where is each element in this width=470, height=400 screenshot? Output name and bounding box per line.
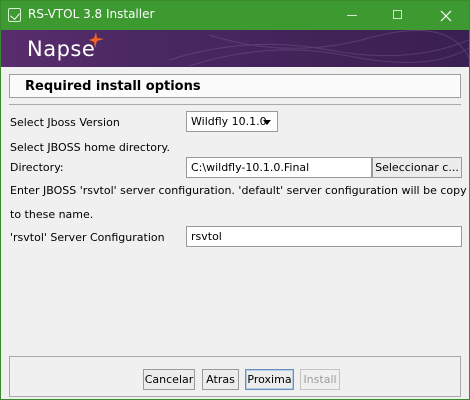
header-divider <box>9 104 461 105</box>
server-config-value: rsvtol <box>191 230 222 243</box>
section-header: Required install options <box>9 74 461 98</box>
browse-directory-button[interactable]: Seleccionar c... <box>372 157 462 178</box>
close-button[interactable] <box>423 1 469 30</box>
banner-decoration <box>169 30 469 67</box>
config-note-line1: Enter JBOSS 'rsvtol' server configuratio… <box>10 184 467 197</box>
maximize-button[interactable] <box>375 1 421 30</box>
jboss-version-select[interactable]: Wildfly 10.1.0 <box>186 111 278 132</box>
directory-label: Directory: <box>10 161 64 174</box>
installer-window: RS-VTOL 3.8 Installer Napse Required ins… <box>0 0 470 400</box>
app-icon <box>8 8 21 22</box>
window-title: RS-VTOL 3.8 Installer <box>28 7 155 21</box>
cancel-button[interactable]: Cancelar <box>143 369 195 390</box>
server-config-input[interactable]: rsvtol <box>186 226 462 247</box>
server-config-label: 'rsvtol' Server Configuration <box>10 231 165 244</box>
jboss-version-label: Select Jboss Version <box>10 116 120 129</box>
section-title: Required install options <box>25 79 201 94</box>
minimize-button[interactable] <box>329 1 375 30</box>
logo-spark-icon <box>89 32 104 48</box>
back-button[interactable]: Atras <box>202 369 239 390</box>
title-bar[interactable]: RS-VTOL 3.8 Installer <box>1 1 469 30</box>
install-button[interactable]: Install <box>300 369 340 390</box>
close-icon <box>440 10 452 22</box>
next-button[interactable]: Proxima <box>245 369 294 390</box>
directory-value: C:\wildfly-10.1.0.Final <box>191 161 310 174</box>
chevron-down-icon <box>263 120 271 125</box>
jboss-version-value: Wildfly 10.1.0 <box>191 115 267 128</box>
config-note-line2: to these name. <box>10 208 94 221</box>
brand-banner: Napse <box>1 30 469 67</box>
directory-input[interactable]: C:\wildfly-10.1.0.Final <box>186 157 372 178</box>
home-dir-hint: Select JBOSS home directory. <box>10 141 170 154</box>
